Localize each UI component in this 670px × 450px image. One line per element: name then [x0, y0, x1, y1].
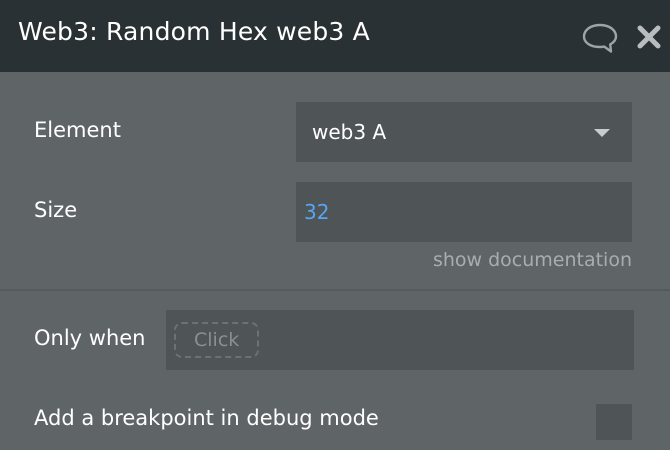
- size-input[interactable]: 32: [296, 182, 632, 242]
- element-dropdown[interactable]: web3 A: [296, 102, 632, 162]
- size-label: Size: [34, 198, 78, 222]
- click-placeholder-chip[interactable]: Click: [174, 322, 260, 358]
- panel-header: Web3: Random Hex web3 A: [0, 0, 670, 72]
- show-documentation-link[interactable]: show documentation: [433, 249, 632, 271]
- only-when-input[interactable]: Click: [166, 310, 634, 370]
- breakpoint-label: Add a breakpoint in debug mode: [34, 406, 379, 430]
- comment-icon[interactable]: [581, 22, 619, 54]
- breakpoint-checkbox[interactable]: [596, 404, 632, 440]
- element-dropdown-value: web3 A: [312, 120, 387, 144]
- element-label: Element: [34, 118, 121, 142]
- action-properties-panel: Web3: Random Hex web3 A Element web3 A S…: [0, 0, 670, 450]
- size-value: 32: [304, 200, 330, 224]
- chevron-down-icon: [594, 129, 610, 137]
- close-icon[interactable]: [636, 24, 662, 50]
- panel-title: Web3: Random Hex web3 A: [18, 17, 370, 46]
- only-when-label: Only when: [34, 326, 146, 350]
- section-divider: [0, 289, 670, 291]
